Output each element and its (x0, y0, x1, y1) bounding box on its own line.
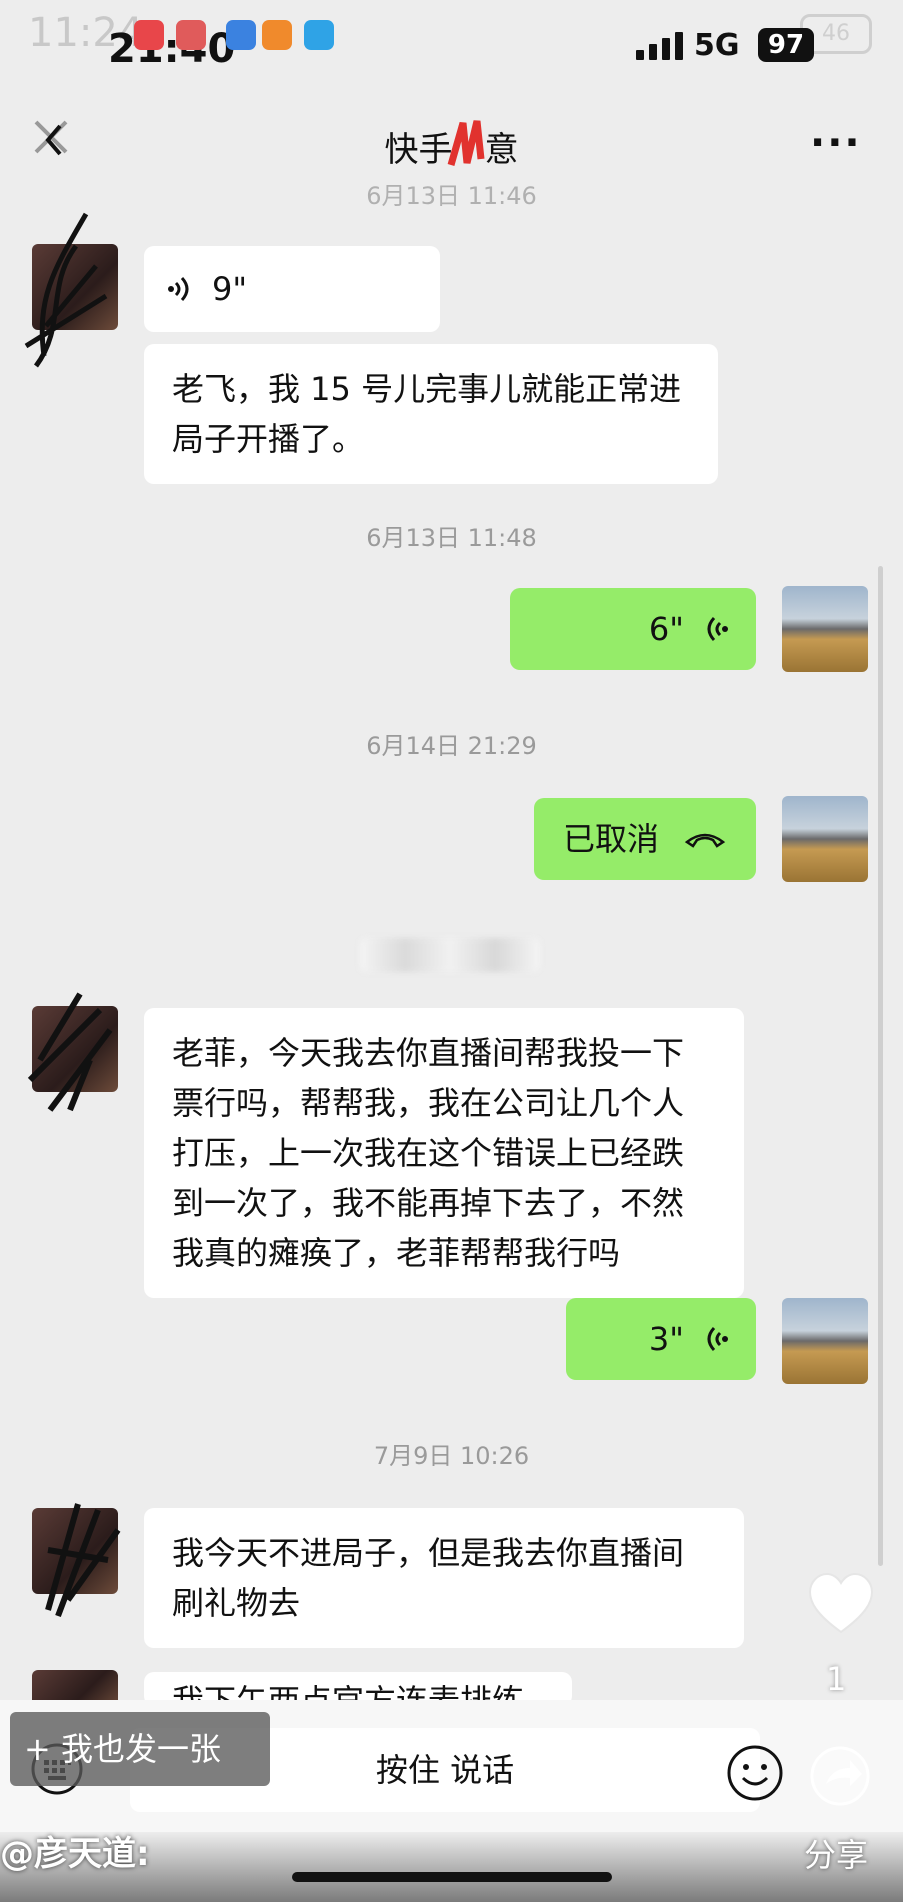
network-type: 5G (694, 28, 740, 63)
message-notification-icon (304, 20, 334, 50)
my-avatar[interactable] (782, 796, 868, 882)
like-count: 1 (826, 1660, 847, 1698)
timestamp: 6月13日 11:46 (366, 182, 537, 210)
post-photo-button[interactable]: + 我也发一张 (10, 1712, 270, 1786)
incoming-text-message[interactable]: 老菲，今天我去你直播间帮我投一下 票行吗，帮帮我，我在公司让几个人 打压，上一次… (144, 1008, 744, 1298)
message-line: 打压，上一次我在这个错误上已经跌 (172, 1134, 685, 1172)
author-name[interactable]: @彦天道: (0, 1826, 150, 1875)
scrollbar[interactable] (878, 566, 883, 1566)
timestamp: 7月9日 10:26 (373, 1442, 530, 1470)
calendar-notification-icon (226, 20, 256, 50)
outgoing-call-message[interactable]: 已取消 (534, 798, 756, 880)
call-status: 已取消 (562, 820, 659, 858)
voice-duration: 9" (212, 270, 248, 308)
incoming-text-message[interactable]: 我今天不进局子，但是我去你直播间 刷礼物去 (144, 1508, 744, 1648)
app-notification-icon (262, 20, 292, 50)
message-line: 老飞，我 15 号儿完事儿就能正常进 (172, 370, 682, 408)
status-bar: 11:24 21:40 5G 46 97 (0, 0, 903, 100)
message-line: 老菲，今天我去你直播间帮我投一下 (172, 1034, 685, 1072)
incoming-voice-message[interactable]: 9" (144, 246, 440, 332)
app-notification-icon (134, 20, 164, 50)
voice-wave-icon (168, 276, 189, 302)
share-label[interactable]: 分享 (804, 1830, 868, 1876)
redaction-scribble (27, 992, 113, 1112)
app-notification-icon (176, 20, 206, 50)
heart-icon[interactable] (806, 1570, 876, 1640)
message-line: 刷礼物去 (172, 1584, 301, 1622)
voice-wave-icon (707, 1326, 728, 1352)
voice-duration: 3" (648, 1320, 684, 1358)
message-line: 票行吗，帮帮我，我在公司让几个人 (172, 1084, 685, 1122)
message-line: 到一次了，我不能再掉下去了，不然 (172, 1184, 685, 1222)
outgoing-voice-message[interactable]: 3" (566, 1298, 756, 1380)
my-avatar[interactable] (782, 1298, 868, 1384)
share-icon[interactable] (808, 1744, 872, 1808)
page-title-end: 意 (484, 130, 519, 170)
incoming-text-message[interactable]: 老飞，我 15 号儿完事儿就能正常进 局子开播了。 (144, 344, 718, 484)
timestamp: 6月14日 21:29 (366, 732, 537, 760)
status-time: 21:40 (108, 26, 236, 72)
redaction-scribble (447, 120, 485, 169)
voice-wave-icon (707, 616, 728, 642)
signal-icon (636, 32, 683, 60)
more-icon[interactable]: ··· (810, 120, 862, 166)
redaction-scribble (45, 1503, 121, 1618)
emoji-icon[interactable] (726, 1744, 784, 1802)
blurred-timestamp (360, 938, 540, 972)
message-line: 我今天不进局子，但是我去你直播间 (172, 1534, 685, 1572)
home-indicator[interactable] (292, 1872, 612, 1882)
redaction-scribble (24, 212, 108, 368)
battery-icon: 97 (758, 28, 814, 62)
hang-up-icon (684, 833, 726, 848)
page-title-start: 快手 (384, 130, 453, 170)
message-line: 局子开播了。 (172, 420, 365, 458)
my-avatar[interactable] (782, 586, 868, 672)
voice-duration: 6" (648, 610, 684, 648)
timestamp: 6月13日 11:48 (366, 524, 537, 552)
page-title: 快手 意 (0, 120, 903, 171)
outgoing-voice-message[interactable]: 6" (510, 588, 756, 670)
message-line: 我真的瘫痪了，老菲帮帮我行吗 (172, 1234, 621, 1272)
